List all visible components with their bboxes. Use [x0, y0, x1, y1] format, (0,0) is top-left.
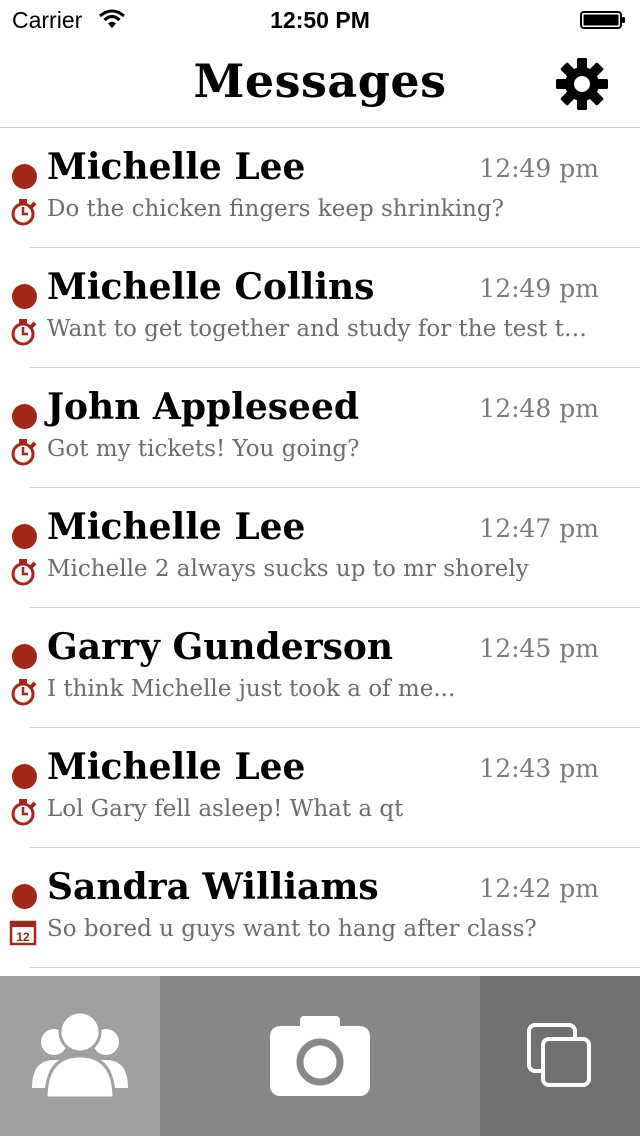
message-row[interactable]: Michelle Lee 12:43 pm Lol Gary fell asle…: [0, 728, 640, 848]
calendar-icon: 12: [9, 920, 37, 946]
status-time: 12:50 PM: [270, 7, 370, 33]
message-row[interactable]: Michelle Lee 12:49 pm Do the chicken fin…: [0, 128, 640, 248]
message-row[interactable]: Garry Gunderson 12:45 pm I think Michell…: [0, 608, 640, 728]
message-time: 12:47 pm: [479, 514, 599, 543]
message-preview: Michelle 2 always sucks up to mr shorely: [47, 556, 529, 582]
message-preview: Do the chicken fingers keep shrinking?: [47, 196, 504, 222]
message-time: 12:42 pm: [479, 874, 599, 903]
message-time: 12:45 pm: [479, 634, 599, 663]
message-preview: I think Michelle just took a of me...: [47, 676, 456, 702]
message-preview: So bored u guys want to hang after class…: [47, 916, 537, 942]
message-row[interactable]: John Appleseed 12:48 pm Got my tickets! …: [0, 368, 640, 488]
calendar-day: 12: [16, 930, 30, 944]
unread-indicator: [12, 764, 37, 789]
message-preview: Lol Gary fell asleep! What a qt: [47, 796, 404, 822]
nav-bar: Messages: [0, 40, 640, 128]
unread-indicator: [12, 644, 37, 669]
tab-bar: [0, 976, 640, 1136]
unread-indicator: [12, 284, 37, 309]
stopwatch-icon: [11, 319, 37, 346]
stopwatch-icon: [11, 439, 37, 466]
sender-name: Garry Gunderson: [47, 626, 394, 668]
stopwatch-icon: [11, 559, 37, 586]
message-time: 12:43 pm: [479, 754, 599, 783]
message-time: 12:49 pm: [479, 274, 599, 303]
page-title: Messages: [193, 54, 447, 108]
stopwatch-icon: [11, 679, 37, 706]
camera-icon: [270, 1016, 370, 1096]
gear-icon: [556, 58, 608, 110]
stopwatch-icon: [11, 199, 37, 226]
unread-indicator: [12, 404, 37, 429]
sender-name: Sandra Williams: [47, 866, 379, 908]
message-preview: Want to get together and study for the t…: [47, 316, 597, 342]
tab-camera[interactable]: [160, 976, 480, 1136]
message-row[interactable]: Michelle Collins 12:49 pm Want to get to…: [0, 248, 640, 368]
settings-button[interactable]: [554, 56, 610, 112]
sender-name: Michelle Collins: [47, 266, 375, 308]
sender-name: Michelle Lee: [47, 746, 306, 788]
people-icon: [32, 1010, 128, 1098]
stack-icon: [527, 1023, 591, 1087]
tab-stack[interactable]: [480, 976, 640, 1136]
message-preview: Got my tickets! You going?: [47, 436, 360, 462]
message-time: 12:48 pm: [479, 394, 599, 423]
sender-name: John Appleseed: [47, 386, 360, 428]
message-row[interactable]: Sandra Williams 12:42 pm 12 So bored u g…: [0, 848, 640, 968]
sender-name: Michelle Lee: [47, 506, 306, 548]
message-row[interactable]: Michelle Lee 12:47 pm Michelle 2 always …: [0, 488, 640, 608]
unread-indicator: [12, 524, 37, 549]
message-time: 12:49 pm: [479, 154, 599, 183]
tab-friends[interactable]: [0, 976, 160, 1136]
unread-indicator: [12, 884, 37, 909]
status-bar: Carrier 12:50 PM: [0, 0, 640, 40]
message-list: Michelle Lee 12:49 pm Do the chicken fin…: [0, 128, 640, 968]
row-divider: [30, 967, 640, 968]
unread-indicator: [12, 164, 37, 189]
sender-name: Michelle Lee: [47, 146, 306, 188]
battery-icon: [580, 11, 625, 29]
stopwatch-icon: [11, 799, 37, 826]
